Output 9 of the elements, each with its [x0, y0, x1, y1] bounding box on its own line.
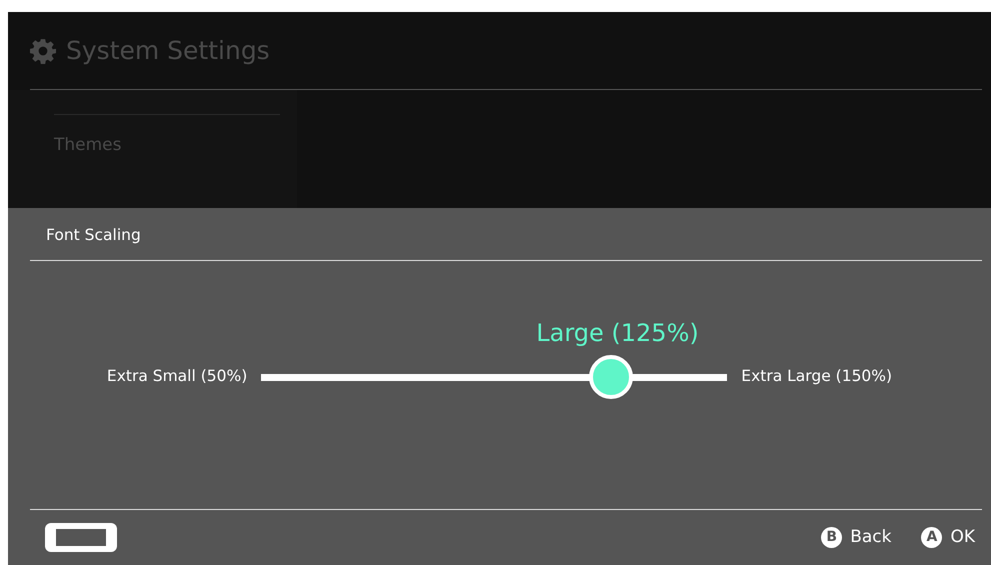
slider-max-label: Extra Large (150%)	[741, 366, 892, 388]
slider-value: Large (125%)	[536, 318, 699, 349]
slider-min-label: Extra Small (50%)	[106, 366, 248, 388]
console-icon	[45, 523, 117, 552]
gear-icon	[30, 38, 56, 64]
window-title: System Settings	[66, 34, 270, 67]
footer-button[interactable]: A OK	[921, 524, 975, 550]
dialog-title: Font Scaling	[46, 226, 141, 244]
footer-button[interactable]: B Back	[821, 524, 892, 550]
